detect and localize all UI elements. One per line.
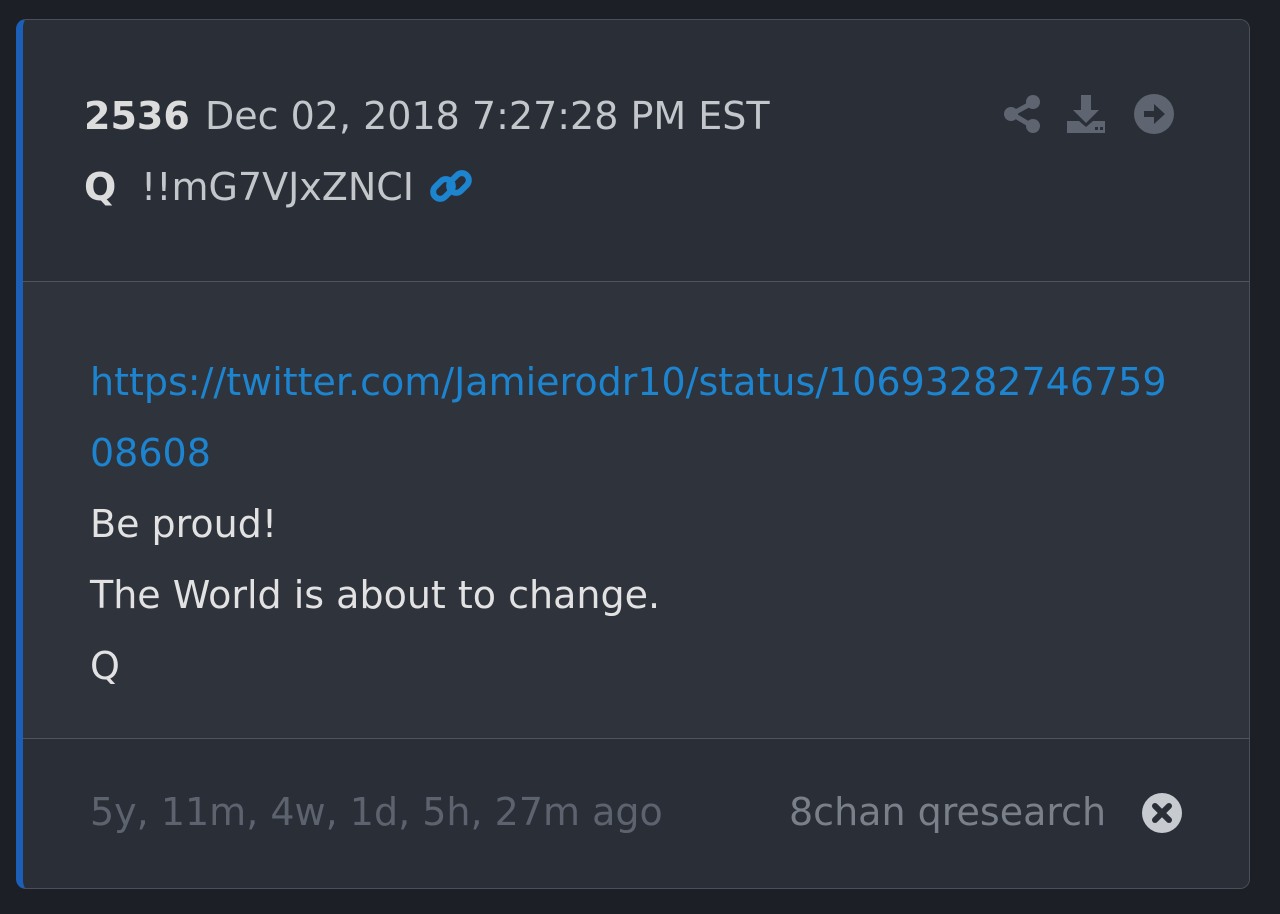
download-icon[interactable] [1065, 93, 1107, 135]
body-line: The World is about to change. [90, 573, 661, 617]
post-header: 2536 Dec 02, 2018 7:27:28 PM EST Q !!mG7… [23, 20, 1249, 282]
body-line: Be proud! [90, 502, 278, 546]
arrow-right-circle-icon[interactable] [1133, 93, 1175, 135]
post-source: 8chan qresearch [789, 790, 1107, 834]
link-icon[interactable] [428, 163, 474, 209]
author-name: Q [84, 165, 117, 209]
post-number: 2536 [84, 94, 190, 138]
author-tripcode: !!mG7VJxZNCI [141, 165, 414, 209]
post-body: https://twitter.com/Jamierodr10/status/1… [23, 282, 1249, 739]
body-line: Q [90, 644, 120, 688]
close-circle-icon[interactable] [1141, 792, 1183, 834]
tweet-link[interactable]: https://twitter.com/Jamierodr10/status/1… [90, 347, 1190, 489]
post-timestamp: Dec 02, 2018 7:27:28 PM EST [205, 94, 770, 138]
post-footer: 5y, 11m, 4w, 1d, 5h, 27m ago 8chan qrese… [23, 739, 1249, 888]
post-card: 2536 Dec 02, 2018 7:27:28 PM EST Q !!mG7… [16, 19, 1250, 889]
share-icon[interactable] [1001, 93, 1043, 135]
time-ago: 5y, 11m, 4w, 1d, 5h, 27m ago [90, 790, 663, 834]
